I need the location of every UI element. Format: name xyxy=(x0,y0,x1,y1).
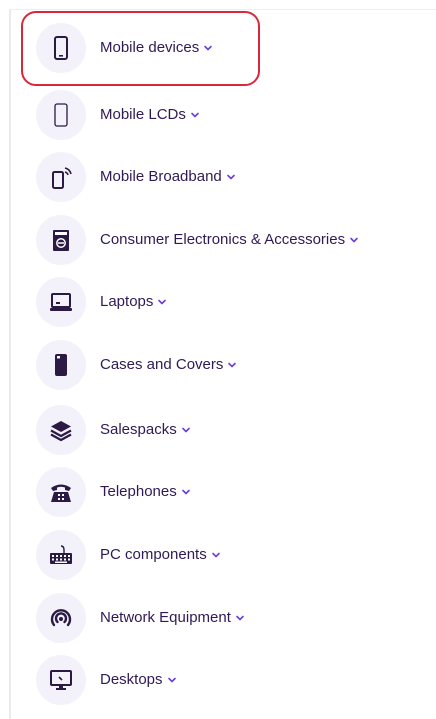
chevron-down-icon xyxy=(204,45,213,51)
category-label: Desktops xyxy=(100,671,163,688)
chevron-down-icon xyxy=(181,427,190,433)
desktop-icon xyxy=(36,655,86,705)
laptop-icon xyxy=(36,277,86,327)
category-item-pc-components[interactable]: PC components xyxy=(36,530,221,580)
category-item-telephones[interactable]: Telephones xyxy=(36,467,191,517)
category-label: Cases and Covers xyxy=(100,356,224,373)
chevron-down-icon xyxy=(350,237,358,243)
chevron-down-icon xyxy=(228,362,237,368)
chevron-down-icon xyxy=(181,489,190,495)
mobile-broadband-icon xyxy=(36,152,86,202)
wifi-router-icon xyxy=(36,593,86,643)
keyboard-icon xyxy=(36,530,86,580)
telephone-icon xyxy=(36,467,86,517)
chevron-down-icon xyxy=(167,677,176,683)
category-label: Network Equipment xyxy=(100,609,231,626)
chevron-down-icon xyxy=(211,552,220,558)
phone-case-icon xyxy=(36,340,86,390)
category-item-laptops[interactable]: Laptops xyxy=(36,277,167,327)
category-list: Mobile devices Mobile LCDs Mobile Broadb… xyxy=(0,0,436,719)
category-item-mobile-lcds[interactable]: Mobile LCDs xyxy=(36,90,200,140)
category-item-consumer-electronics[interactable]: Consumer Electronics & Accessories xyxy=(36,215,359,265)
category-label: Telephones xyxy=(100,483,177,500)
category-label: Laptops xyxy=(100,293,154,310)
mobile-phone-icon xyxy=(36,23,86,73)
chevron-down-icon xyxy=(226,174,235,180)
chevron-down-icon xyxy=(191,112,199,118)
category-item-salespacks[interactable]: Salespacks xyxy=(36,405,191,455)
category-item-cases-and-covers[interactable]: Cases and Covers xyxy=(36,340,237,390)
category-item-network-equipment[interactable]: Network Equipment xyxy=(36,593,245,643)
category-label: Salespacks xyxy=(100,421,177,438)
category-label: Mobile LCDs xyxy=(100,106,186,123)
category-label: PC components xyxy=(100,546,207,563)
mobile-lcd-icon xyxy=(36,90,86,140)
category-label: Consumer Electronics & Accessories xyxy=(100,231,346,248)
layers-icon xyxy=(36,405,86,455)
category-item-desktops[interactable]: Desktops xyxy=(36,655,177,705)
category-label: Mobile devices xyxy=(100,39,200,56)
chevron-down-icon xyxy=(158,299,167,305)
category-label: Mobile Broadband xyxy=(100,168,222,185)
consumer-electronics-icon xyxy=(36,215,86,265)
chevron-down-icon xyxy=(236,615,244,621)
category-item-mobile-broadband[interactable]: Mobile Broadband xyxy=(36,152,236,202)
category-item-mobile-devices[interactable]: Mobile devices xyxy=(36,23,213,73)
